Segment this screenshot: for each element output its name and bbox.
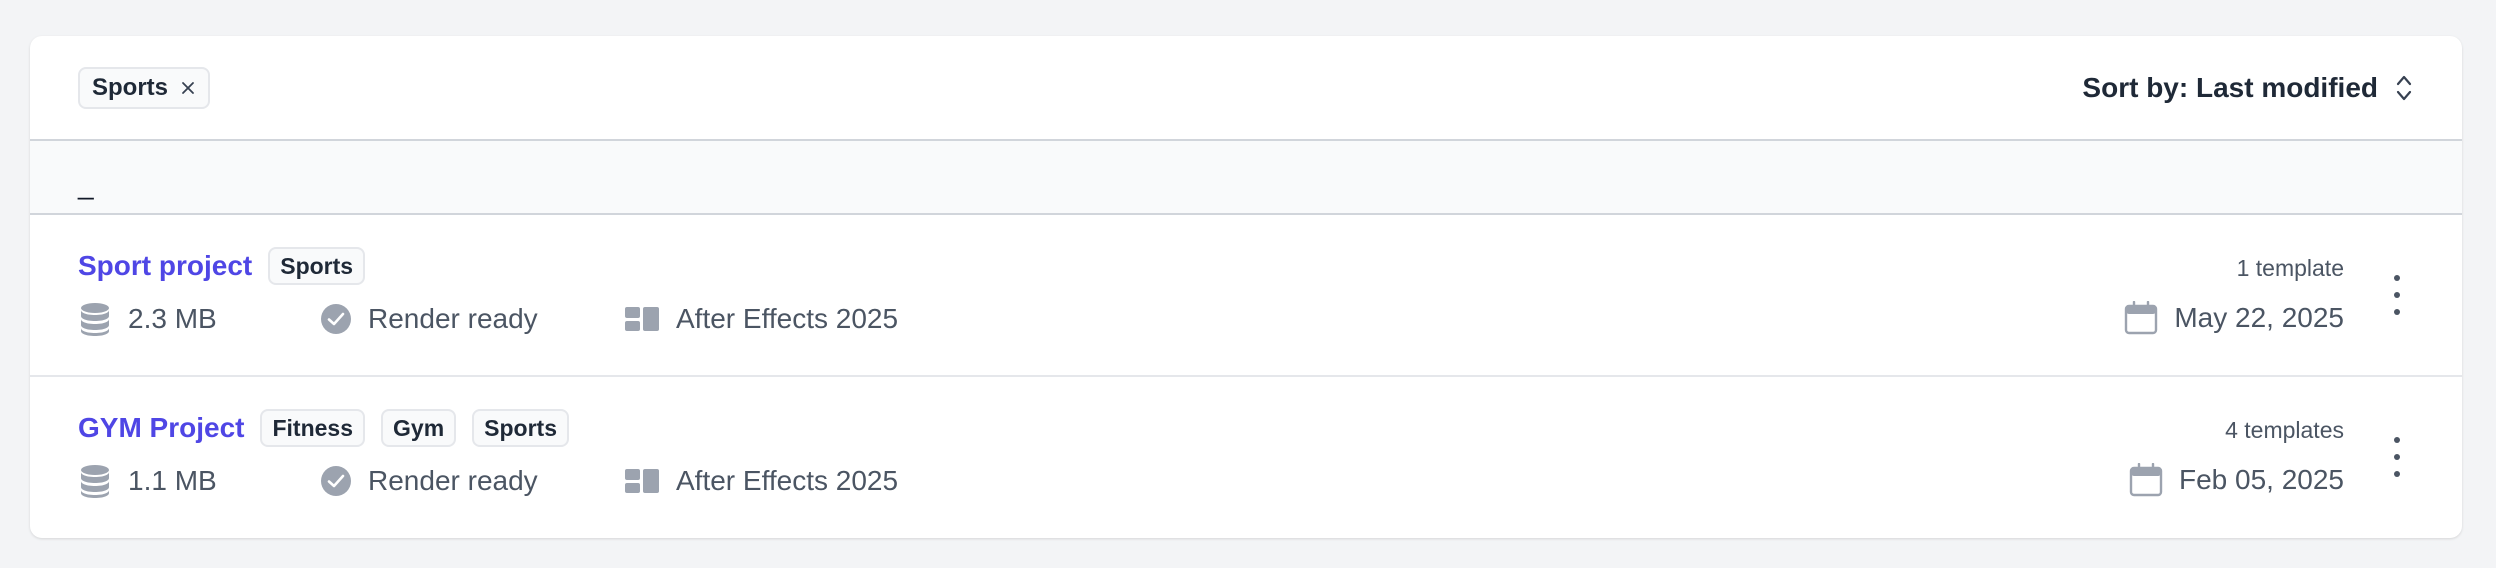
template-count: 4 templates bbox=[2225, 417, 2344, 443]
project-row: Sport project Sports 2.3 MB Render ready bbox=[30, 215, 2462, 377]
software-version-value: After Effects 2025 bbox=[676, 465, 899, 496]
row-menu-button[interactable] bbox=[2390, 437, 2404, 477]
kebab-menu-icon bbox=[2394, 275, 2400, 281]
chevron-up-down-icon bbox=[2396, 75, 2412, 100]
file-size: 1.1 MB bbox=[78, 463, 320, 499]
projects-card: Sports Sort by: Last modified _ Sport pr… bbox=[30, 36, 2462, 538]
sort-label: Sort by: Last modified bbox=[2082, 71, 2378, 103]
modified-date-value: Feb 05, 2025 bbox=[2178, 464, 2344, 495]
toolbar: Sports Sort by: Last modified bbox=[30, 36, 2462, 141]
group-header: _ bbox=[30, 141, 2462, 215]
calendar-icon bbox=[2129, 463, 2163, 497]
active-filter-chip: Sports bbox=[78, 66, 211, 109]
software-version: After Effects 2025 bbox=[624, 465, 898, 497]
project-row: GYM Project Fitness Gym Sports 1.1 MB Re… bbox=[30, 377, 2462, 538]
close-icon bbox=[182, 81, 194, 94]
render-status: Render ready bbox=[320, 303, 624, 335]
modified-date: May 22, 2025 bbox=[2124, 301, 2344, 335]
modified-date: Feb 05, 2025 bbox=[2129, 463, 2344, 497]
layout-icon bbox=[625, 469, 659, 493]
project-meta: 2.3 MB Render ready After Effects 2025 bbox=[78, 301, 898, 337]
kebab-dot bbox=[2394, 471, 2400, 477]
check-circle-icon bbox=[321, 466, 351, 496]
sort-dropdown[interactable]: Sort by: Last modified bbox=[2082, 72, 2414, 104]
project-tag: Gym bbox=[381, 409, 457, 447]
project-title-line: GYM Project Fitness Gym Sports bbox=[78, 409, 569, 447]
project-name-link[interactable]: GYM Project bbox=[78, 412, 244, 444]
template-count: 1 template bbox=[2236, 255, 2344, 281]
render-status: Render ready bbox=[320, 465, 624, 497]
calendar-icon bbox=[2125, 301, 2158, 335]
project-tag: Sports bbox=[268, 247, 366, 285]
filter-chip-label: Sports bbox=[92, 73, 169, 101]
group-label: _ bbox=[78, 169, 94, 200]
kebab-dot bbox=[2394, 454, 2400, 460]
file-size-value: 2.3 MB bbox=[128, 303, 217, 334]
check-circle-icon bbox=[321, 304, 351, 334]
software-version: After Effects 2025 bbox=[624, 303, 898, 335]
software-version-value: After Effects 2025 bbox=[676, 303, 899, 334]
project-meta: 1.1 MB Render ready After Effects 2025 bbox=[78, 463, 898, 499]
project-name-link[interactable]: Sport project bbox=[78, 250, 252, 282]
database-icon bbox=[81, 303, 109, 336]
row-menu-button[interactable] bbox=[2390, 275, 2404, 315]
project-tag: Fitness bbox=[260, 409, 366, 447]
file-size: 2.3 MB bbox=[78, 301, 320, 337]
remove-filter-button[interactable] bbox=[180, 80, 196, 96]
kebab-menu-icon bbox=[2394, 437, 2400, 443]
render-status-value: Render ready bbox=[368, 465, 538, 496]
kebab-dot bbox=[2394, 292, 2400, 298]
kebab-dot bbox=[2394, 309, 2400, 315]
file-size-value: 1.1 MB bbox=[128, 465, 217, 496]
project-title-line: Sport project Sports bbox=[78, 247, 366, 285]
project-tag: Sports bbox=[472, 409, 569, 447]
modified-date-value: May 22, 2025 bbox=[2174, 302, 2344, 333]
layout-icon bbox=[625, 307, 659, 331]
render-status-value: Render ready bbox=[368, 303, 538, 334]
database-icon bbox=[81, 465, 109, 498]
